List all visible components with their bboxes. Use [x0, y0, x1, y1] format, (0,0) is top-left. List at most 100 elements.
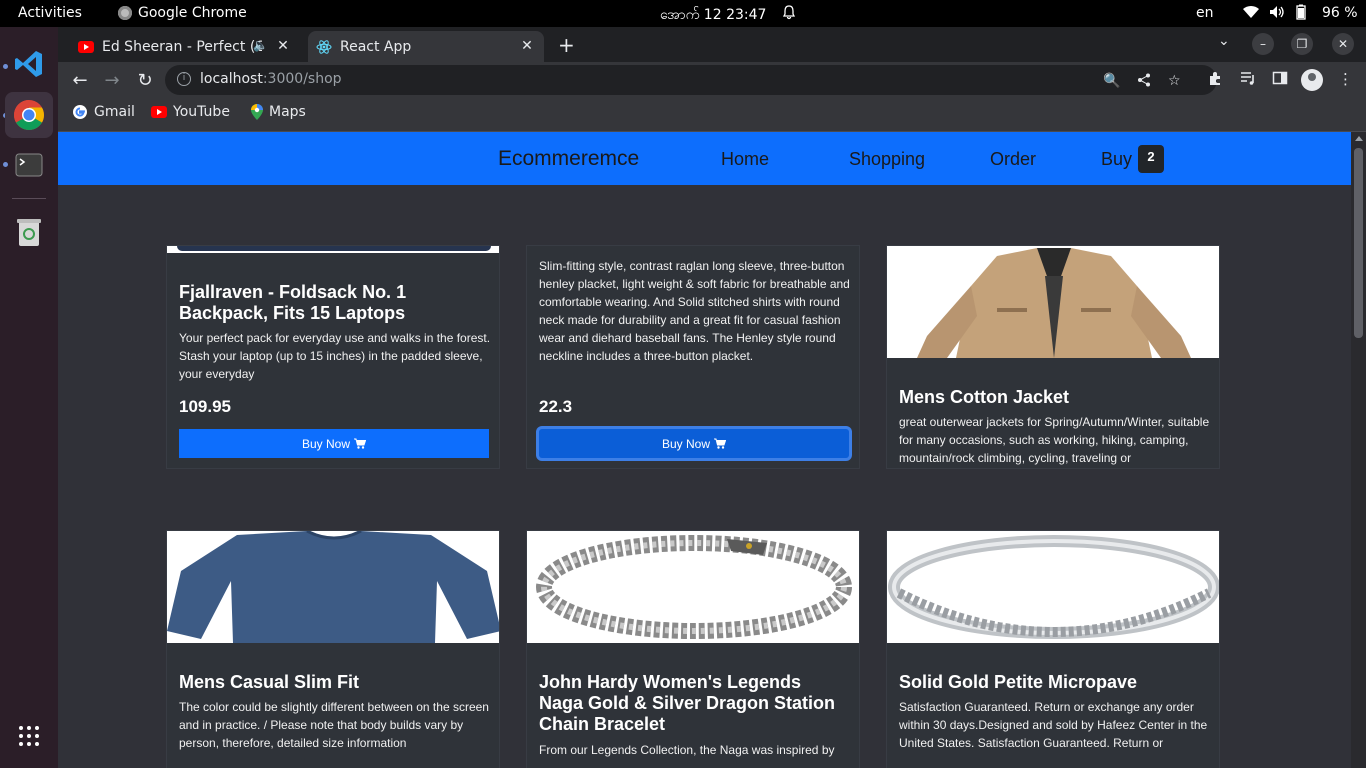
bookmark-maps[interactable]: Maps — [251, 104, 306, 120]
extensions-icon[interactable] — [1208, 70, 1224, 86]
close-window-button[interactable]: ✕ — [1332, 33, 1354, 55]
battery-level: 96 % — [1322, 5, 1358, 21]
youtube-icon — [78, 40, 94, 53]
tab-strip: Ed Sheeran - Perfect (C 🔈 ✕ React App ✕ … — [58, 27, 1366, 62]
product-title: Fjallraven - Foldsack No. 1 Backpack, Fi… — [179, 282, 407, 323]
url-host: localhost — [200, 71, 263, 87]
bookmark-gmail[interactable]: Gmail — [72, 104, 135, 120]
dock-separator — [12, 198, 46, 199]
forward-button[interactable]: → — [101, 70, 123, 91]
profile-avatar[interactable] — [1301, 69, 1323, 91]
tab-title: React App — [340, 38, 412, 55]
product-price: 22.3 — [539, 397, 573, 416]
activities-button[interactable]: Activities — [18, 5, 82, 21]
nav-home[interactable]: Home — [721, 149, 769, 170]
reload-button[interactable]: ↻ — [134, 70, 156, 91]
maps-pin-icon — [251, 104, 263, 120]
product-image — [167, 531, 499, 643]
browser-toolbar: ← → ↻ i localhost:3000/shop 🔍 ☆ ⋮ — [58, 62, 1366, 98]
buy-now-label: Buy Now — [301, 436, 351, 451]
tshirt-image — [167, 531, 499, 643]
back-button[interactable]: ← — [69, 70, 91, 91]
close-tab-icon[interactable]: ✕ — [276, 39, 290, 53]
bookmark-label: Maps — [269, 104, 306, 120]
nav-order[interactable]: Order — [990, 149, 1036, 170]
product-price: 109.95 — [179, 397, 231, 416]
nav-buy[interactable]: Buy — [1101, 149, 1132, 170]
cart-icon — [714, 438, 727, 449]
close-tab-icon[interactable]: ✕ — [520, 39, 534, 53]
site-info-icon[interactable]: i — [177, 72, 191, 86]
share-icon[interactable] — [1137, 73, 1151, 87]
ring-image — [887, 531, 1219, 643]
tab-search-icon[interactable]: ⌄ — [1218, 33, 1230, 49]
volume-icon — [1270, 6, 1284, 18]
audio-playing-icon[interactable]: 🔈 — [253, 38, 268, 52]
new-tab-button[interactable]: + — [558, 33, 575, 57]
zoom-icon[interactable]: 🔍 — [1103, 73, 1120, 89]
scroll-up-arrow-icon[interactable] — [1355, 136, 1363, 141]
chrome-icon — [118, 6, 132, 20]
trash-launcher[interactable] — [5, 209, 53, 255]
product-title: Mens Casual Slim Fit — [179, 672, 360, 692]
product-description: The color could be slightly different be… — [179, 700, 489, 750]
system-top-bar: Activities Google Chrome အောက် 12 23:47 … — [0, 0, 1366, 27]
product-description: From our Legends Collection, the Naga wa… — [539, 743, 835, 757]
vscode-launcher[interactable] — [5, 41, 53, 87]
product-card: Mens Casual Slim Fit The color could be … — [166, 530, 500, 768]
bookmarks-bar: Gmail YouTube Maps — [58, 98, 1366, 132]
buy-now-button[interactable]: Buy Now — [539, 429, 849, 458]
system-tray[interactable] — [1243, 4, 1307, 20]
product-card: Fjallraven - Foldsack No. 1 Backpack, Fi… — [166, 245, 500, 469]
product-card: John Hardy Women's Legends Naga Gold & S… — [526, 530, 860, 768]
web-page: Ecommeremce Home Shopping Order Buy 2 Fj… — [58, 132, 1351, 768]
trash-icon — [17, 219, 41, 246]
brand-logo[interactable]: Ecommeremce — [498, 147, 639, 171]
vscode-icon — [15, 51, 42, 77]
backpack-image-crop — [177, 246, 491, 251]
app-menu[interactable]: Google Chrome — [118, 5, 247, 21]
url-text[interactable]: localhost:3000/shop — [200, 71, 342, 87]
page-scrollbar[interactable] — [1351, 132, 1366, 768]
tab-react-app[interactable]: React App ✕ — [308, 31, 544, 62]
product-title: Mens Cotton Jacket — [899, 387, 1070, 407]
cart-icon — [354, 438, 367, 449]
show-apps-button[interactable] — [5, 713, 53, 759]
bookmark-star-icon[interactable]: ☆ — [1168, 73, 1181, 89]
wifi-icon — [1243, 5, 1259, 19]
input-language[interactable]: en — [1196, 5, 1214, 21]
clock[interactable]: အောက် 12 23:47 — [660, 5, 766, 26]
product-image — [167, 246, 499, 253]
minimize-button[interactable]: – — [1252, 33, 1274, 55]
product-image — [887, 246, 1219, 358]
tab-youtube[interactable]: Ed Sheeran - Perfect (C 🔈 ✕ — [70, 31, 300, 62]
media-control-icon[interactable] — [1240, 70, 1256, 86]
buy-now-label: Buy Now — [661, 436, 711, 451]
terminal-launcher[interactable] — [5, 142, 53, 188]
nav-shopping[interactable]: Shopping — [849, 149, 925, 170]
tab-title: Ed Sheeran - Perfect (C — [102, 38, 262, 55]
bookmark-youtube[interactable]: YouTube — [151, 104, 230, 120]
react-icon — [316, 39, 332, 54]
google-icon — [73, 105, 87, 119]
cart-count-badge[interactable]: 2 — [1138, 145, 1164, 173]
buy-now-button[interactable]: Buy Now — [179, 429, 489, 458]
product-description: Slim-fitting style, contrast raglan long… — [539, 259, 850, 363]
product-title: Solid Gold Petite Micropave — [899, 672, 1138, 692]
notification-bell-icon — [782, 5, 796, 20]
jacket-image — [887, 246, 1219, 358]
side-panel-icon[interactable] — [1272, 70, 1288, 86]
maximize-button[interactable]: ❐ — [1291, 33, 1313, 55]
more-menu-icon[interactable]: ⋮ — [1338, 70, 1353, 88]
address-bar[interactable]: i localhost:3000/shop 🔍 ☆ — [165, 65, 1217, 95]
chrome-icon — [13, 100, 44, 131]
app-navbar: Ecommeremce Home Shopping Order Buy 2 — [58, 132, 1351, 185]
chrome-launcher[interactable] — [5, 92, 53, 138]
scrollbar-thumb[interactable] — [1354, 148, 1363, 338]
product-description: Your perfect pack for everyday use and w… — [179, 331, 491, 381]
product-description: great outerwear jackets for Spring/Autum… — [899, 415, 1210, 465]
product-title: John Hardy Women's Legends Naga Gold & S… — [539, 672, 836, 734]
product-image — [527, 531, 859, 643]
bookmark-label: Gmail — [94, 104, 135, 120]
product-card: Slim-fitting style, contrast raglan long… — [526, 245, 860, 469]
